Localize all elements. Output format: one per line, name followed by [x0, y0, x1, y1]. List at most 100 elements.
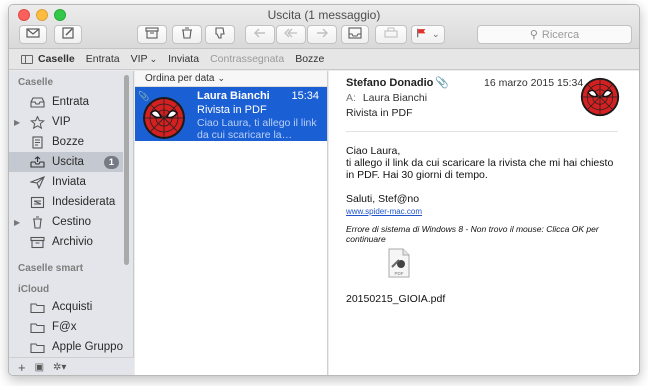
sidebar-item-inviata[interactable]: Inviata	[9, 172, 123, 192]
sidebar-section-smart: Caselle smart	[18, 263, 84, 274]
inbox-icon	[348, 27, 362, 42]
inbox-tray-icon	[28, 95, 46, 109]
recipient-name[interactable]: Laura Bianchi	[363, 92, 427, 104]
email-sender: Stefano Donadio	[346, 77, 434, 89]
trash-icon	[180, 27, 194, 42]
favorites-contrassegnata[interactable]: Contrassegnata	[210, 53, 284, 65]
message-sender: Laura Bianchi	[197, 90, 270, 102]
flag-chevron-icon: ⌄	[432, 29, 440, 39]
sidebar-item-archivio[interactable]: Archivio	[9, 232, 123, 252]
printer-icon	[384, 27, 398, 42]
action-gear-icon[interactable]: ✲▾	[53, 362, 66, 373]
message-time: 15:34	[291, 90, 319, 102]
sidebar-item-label: Indesiderata	[52, 196, 116, 208]
favorites-bozze[interactable]: Bozze	[295, 53, 324, 65]
favorites-label: Caselle	[38, 53, 75, 65]
sidebar-bottom-bar: + ▣ ✲▾	[9, 357, 134, 375]
sidebar-item-apple-gruppo[interactable]: Apple Gruppo	[9, 337, 123, 357]
email-date: 16 marzo 2015 15:34	[484, 77, 584, 89]
reading-pane: Stefano Donadio 📎 16 marzo 2015 15:34 A:…	[329, 71, 639, 375]
sidebar-item-label: Bozze	[52, 136, 84, 148]
sidebar-item-acquisti[interactable]: Acquisti	[9, 297, 123, 317]
sidebar-toggle-icon	[21, 54, 33, 64]
draft-doc-icon	[28, 135, 46, 149]
message-list: Ordina per data ⌄ 📎 Laura Bianchi 15:34 …	[135, 71, 328, 375]
reply-button[interactable]	[245, 25, 275, 44]
body-signoff: Saluti, Stef@no	[346, 193, 420, 205]
header-divider	[346, 131, 618, 132]
search-icon: ⚲	[529, 29, 538, 41]
email-subject: Rivista in PDF	[346, 107, 413, 119]
view-toggle-icon[interactable]: ▣	[35, 362, 44, 373]
mail-window: Uscita (1 messaggio) ⌄ ⚲ Ricerca Caselle…	[8, 4, 640, 376]
archive-box-icon	[28, 235, 46, 249]
disclosure-triangle-icon[interactable]: ▶	[14, 218, 24, 227]
window-title: Uscita (1 messaggio)	[267, 8, 381, 22]
attachment-filename[interactable]: 20150215_GIOIA.pdf	[346, 293, 445, 305]
email-body: Ciao Laura, ti allego il link da cui sca…	[346, 145, 621, 244]
sidebar-item-uscita[interactable]: Uscita 1	[9, 152, 123, 172]
flag-button[interactable]: ⌄	[411, 25, 445, 44]
junk-box-icon	[28, 195, 46, 209]
email-recipient: A: Laura Bianchi	[346, 92, 427, 104]
outbox-tray-icon	[28, 155, 46, 169]
compose-icon	[61, 27, 75, 42]
favorites-entrata[interactable]: Entrata	[86, 53, 120, 65]
sidebar-section-caselle: Caselle	[18, 77, 54, 88]
sidebar-item-fax[interactable]: F@x	[9, 317, 123, 337]
toolbar: Uscita (1 messaggio) ⌄ ⚲ Ricerca	[9, 5, 639, 49]
website-link[interactable]: www.spider-mac.com	[346, 207, 422, 216]
archive-box-icon	[145, 27, 159, 42]
signature-note: Errore di sistema di Windows 8 - Non tro…	[346, 224, 599, 244]
sidebar-item-label: Entrata	[52, 96, 90, 108]
sort-by-date-button[interactable]: Ordina per data ⌄	[135, 71, 327, 87]
search-placeholder: Ricerca	[541, 28, 580, 41]
archive-button[interactable]	[137, 25, 167, 44]
sidebar-item-label: VIP	[52, 116, 71, 128]
folder-icon	[28, 300, 46, 314]
forward-button[interactable]	[307, 25, 337, 44]
pdf-attachment-icon[interactable]: PDF	[387, 248, 411, 278]
sidebar-item-label: Cestino	[52, 216, 91, 228]
sidebar-item-label: Uscita	[52, 156, 84, 168]
paperclip-icon: 📎	[435, 77, 449, 89]
envelope-icon	[26, 27, 40, 42]
add-mailbox-button[interactable]: +	[18, 360, 26, 375]
forward-icon	[315, 27, 329, 42]
sidebar-item-label: Apple Gruppo	[52, 341, 123, 353]
sidebar-item-label: F@x	[52, 321, 77, 333]
delete-button[interactable]	[172, 25, 202, 44]
sidebar-item-label: Archivio	[52, 236, 93, 248]
reply-icon	[253, 27, 267, 42]
favorites-caselle-button[interactable]: Caselle	[21, 53, 75, 65]
compose-button[interactable]	[54, 25, 82, 44]
message-list-item[interactable]: 📎 Laura Bianchi 15:34 Rivista in PDF Cia…	[135, 87, 327, 141]
print-button[interactable]	[375, 25, 407, 44]
folder-icon	[28, 340, 46, 354]
show-inbox-button[interactable]	[341, 25, 369, 44]
sidebar-item-cestino[interactable]: ▶ Cestino	[9, 212, 123, 232]
body-greeting: Ciao Laura,	[346, 145, 401, 157]
thumbs-down-icon	[213, 27, 227, 42]
favorites-inviata[interactable]: Inviata	[168, 53, 199, 65]
chevron-down-icon: ⌄	[149, 53, 158, 64]
sidebar-item-label: Inviata	[52, 176, 86, 188]
disclosure-triangle-icon[interactable]: ▶	[14, 118, 24, 127]
message-subject: Rivista in PDF	[197, 104, 267, 116]
star-icon	[28, 115, 46, 129]
search-input[interactable]: ⚲ Ricerca	[477, 25, 632, 44]
junk-button[interactable]	[205, 25, 235, 44]
favorites-bar: Caselle Entrata VIP ⌄ Inviata Contrasseg…	[9, 49, 639, 70]
favorites-vip[interactable]: VIP ⌄	[131, 53, 157, 65]
sidebar: Caselle Entrata ▶ VIP Bozze Uscita 1 Inv…	[9, 71, 134, 375]
reply-all-button[interactable]	[276, 25, 306, 44]
body-text: ti allego il link da cui scaricare la ri…	[346, 157, 614, 181]
get-mail-button[interactable]	[19, 25, 47, 44]
sidebar-item-indesiderata[interactable]: Indesiderata	[9, 192, 123, 212]
sidebar-scrollbar[interactable]	[124, 75, 129, 265]
sidebar-item-vip[interactable]: ▶ VIP	[9, 112, 123, 132]
sidebar-item-entrata[interactable]: Entrata	[9, 92, 123, 112]
sidebar-item-label: Acquisti	[52, 301, 93, 313]
favorites-vip-label: VIP	[130, 53, 148, 65]
sidebar-item-bozze[interactable]: Bozze	[9, 132, 123, 152]
